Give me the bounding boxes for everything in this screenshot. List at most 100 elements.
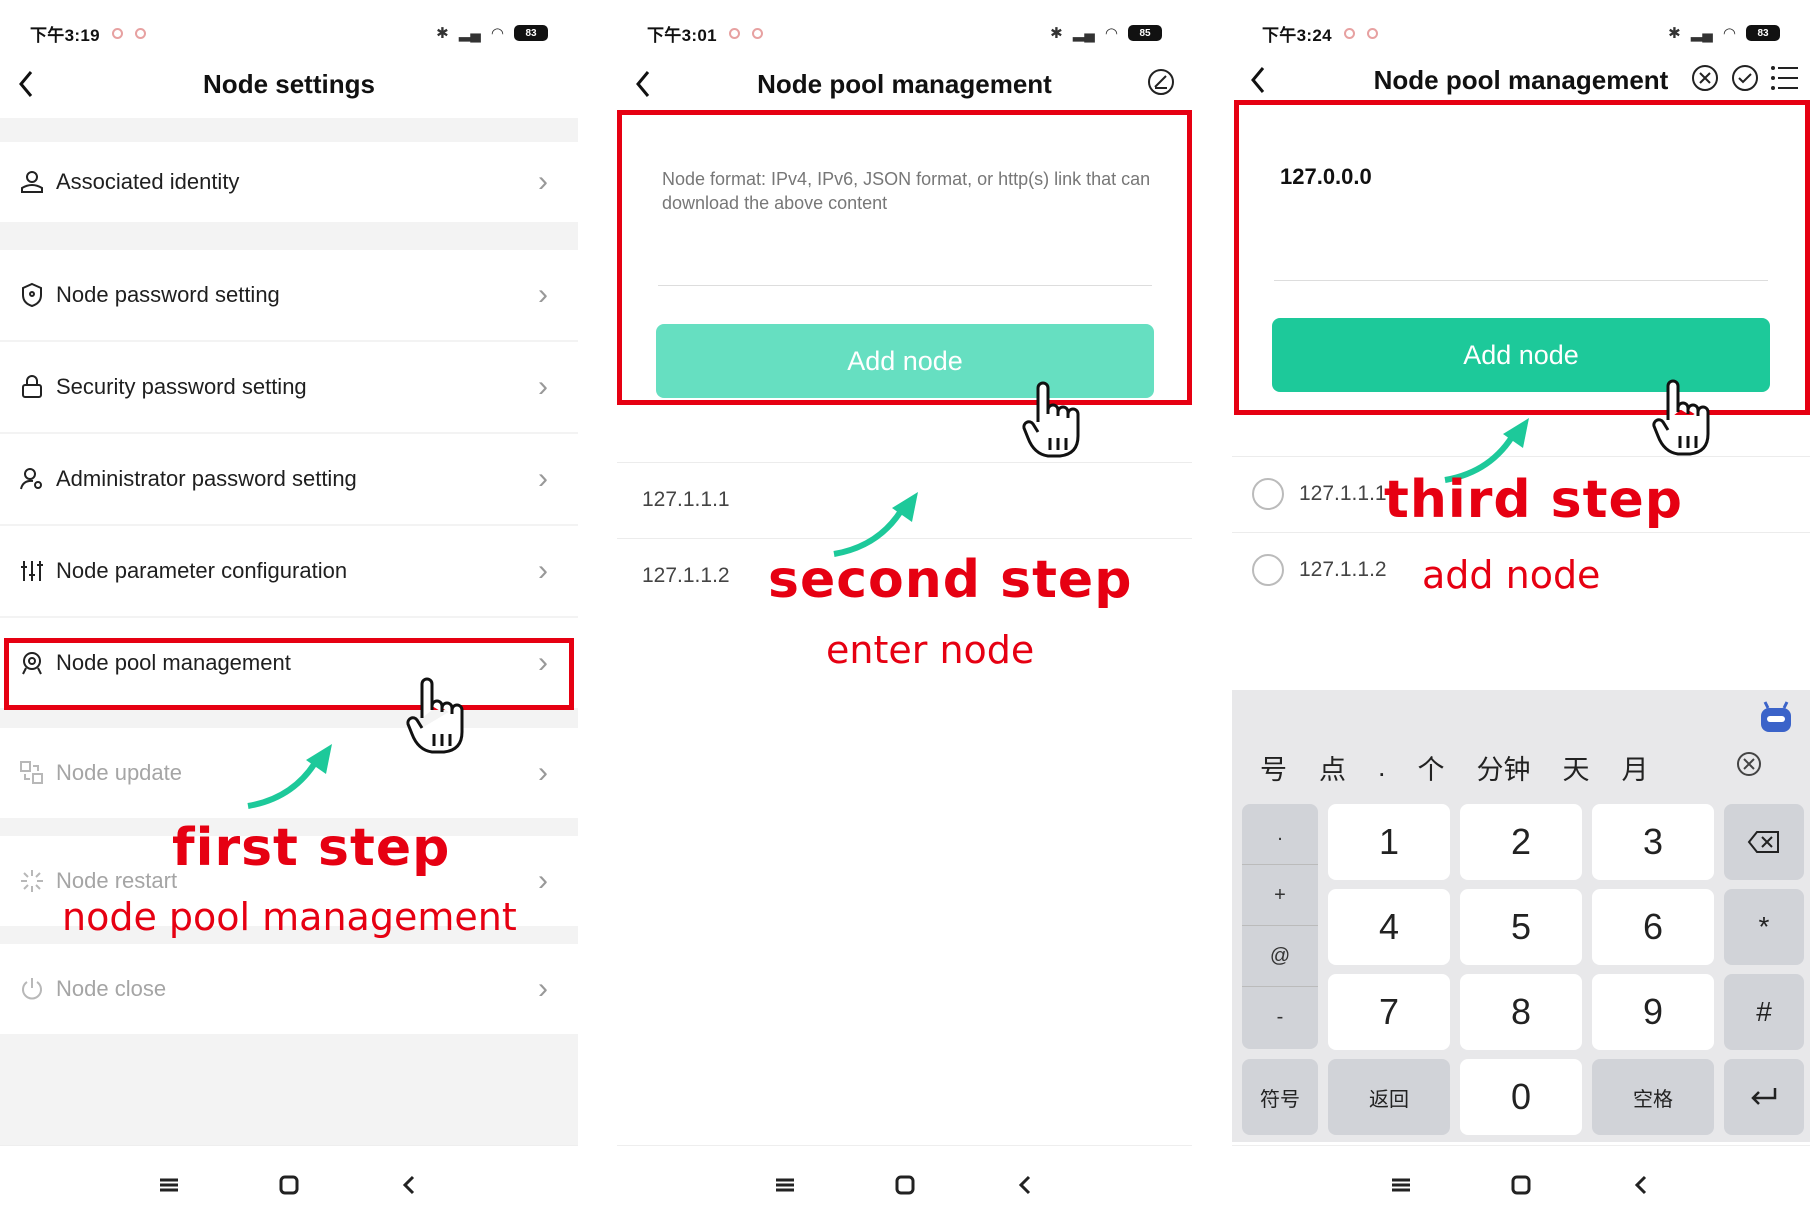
status-time: 下午3:01	[647, 25, 717, 45]
key-5[interactable]: 5	[1460, 889, 1582, 965]
sliders-icon	[18, 557, 46, 585]
top-bar: Node pool management	[617, 60, 1192, 108]
radio-button[interactable]	[1252, 477, 1284, 510]
back-icon[interactable]	[18, 64, 48, 104]
annotation-step-title: third step	[1384, 470, 1683, 530]
back-nav-icon[interactable]	[394, 1170, 424, 1200]
back-icon[interactable]	[1250, 60, 1280, 100]
robot-icon[interactable]	[1756, 698, 1796, 743]
signal-icon: ▂▄	[1690, 25, 1713, 42]
notification-icon	[1366, 27, 1378, 39]
candidate-word[interactable]: 点	[1319, 748, 1346, 787]
candidate-word[interactable]: 号	[1260, 748, 1287, 787]
space-key[interactable]: 空格	[1592, 1059, 1714, 1135]
candidate-word[interactable]: 天	[1563, 748, 1590, 787]
backspace-key[interactable]	[1724, 804, 1804, 880]
home-icon[interactable]	[890, 1170, 920, 1200]
wifi-icon: ◠	[490, 25, 504, 42]
candidate-word[interactable]: .	[1378, 752, 1386, 783]
radio-button[interactable]	[1252, 553, 1284, 586]
wifi-icon: ◠	[1722, 25, 1736, 42]
symbol-key[interactable]: -	[1242, 987, 1318, 1048]
home-icon[interactable]	[274, 1170, 304, 1200]
node-address: 127.1.1.2	[1299, 557, 1387, 581]
page-title: Node settings	[203, 68, 375, 99]
lock-icon	[18, 373, 46, 401]
settings-item-label: Node restart	[56, 868, 178, 893]
settings-item-label: Associated identity	[56, 169, 240, 194]
candidate-word[interactable]: 个	[1418, 748, 1445, 787]
settings-item-label: Node parameter configuration	[56, 558, 348, 583]
star-key[interactable]: *	[1724, 889, 1804, 965]
enter-icon	[1751, 1088, 1777, 1105]
back-icon[interactable]	[635, 64, 665, 104]
chevron-right-icon: ›	[538, 165, 548, 198]
symbols-key[interactable]: 符号	[1242, 1059, 1318, 1135]
shield-icon	[18, 281, 46, 309]
close-icon[interactable]	[1690, 63, 1720, 98]
top-bar: Node settings	[0, 60, 578, 108]
key-1[interactable]: 1	[1328, 804, 1450, 880]
symbol-column: . + @ -	[1242, 804, 1318, 1049]
key-3[interactable]: 3	[1592, 804, 1714, 880]
settings-item-associated-identity[interactable]: Associated identity ›	[0, 142, 578, 222]
system-nav-bar	[1232, 1145, 1810, 1223]
status-bar: 下午3:24 ✱ ▂▄ ◠ 83	[1262, 18, 1780, 48]
status-bar: 下午3:01 ✱ ▂▄ ◠ 85	[647, 18, 1162, 48]
chevron-right-icon: ›	[538, 554, 548, 587]
notification-icon	[111, 27, 123, 39]
annotation-step-title: first step	[172, 818, 451, 878]
step-highlight-box	[617, 110, 1192, 405]
candidate-word[interactable]: 分钟	[1477, 748, 1531, 787]
battery-icon: 83	[1746, 25, 1780, 41]
candidate-word[interactable]: 月	[1622, 748, 1649, 787]
notification-icon	[751, 27, 763, 39]
settings-item-node-close: Node close ›	[0, 944, 578, 1034]
battery-icon: 85	[1128, 25, 1162, 41]
settings-item-label: Node close	[56, 976, 167, 1001]
system-nav-bar	[617, 1145, 1192, 1223]
symbol-key[interactable]: .	[1242, 804, 1318, 865]
person-icon	[18, 168, 46, 196]
key-8[interactable]: 8	[1460, 974, 1582, 1050]
symbol-key[interactable]: @	[1242, 926, 1318, 987]
menu-icon[interactable]	[770, 1170, 800, 1200]
settings-item-label: Security password setting	[56, 374, 307, 399]
back-nav-icon[interactable]	[1010, 1170, 1040, 1200]
back-nav-icon[interactable]	[1626, 1170, 1656, 1200]
close-candidates-icon[interactable]	[1736, 751, 1762, 784]
settings-item-node-parameter[interactable]: Node parameter configuration ›	[0, 526, 578, 616]
symbol-key[interactable]: +	[1242, 865, 1318, 926]
key-7[interactable]: 7	[1328, 974, 1450, 1050]
menu-icon[interactable]	[154, 1170, 184, 1200]
settings-item-admin-password[interactable]: Administrator password setting ›	[0, 434, 578, 524]
chevron-right-icon: ›	[538, 756, 548, 789]
settings-item-security-password[interactable]: Security password setting ›	[0, 342, 578, 432]
settings-item-label: Node password setting	[56, 282, 280, 307]
key-0[interactable]: 0	[1460, 1059, 1582, 1135]
chevron-right-icon: ›	[538, 972, 548, 1005]
node-address: 127.1.1.2	[642, 563, 730, 587]
home-icon[interactable]	[1506, 1170, 1536, 1200]
settings-item-label: Administrator password setting	[56, 466, 357, 491]
edit-icon[interactable]	[1146, 67, 1176, 102]
list-icon[interactable]	[1770, 64, 1800, 97]
return-key[interactable]: 返回	[1328, 1059, 1450, 1135]
check-icon[interactable]	[1730, 63, 1760, 98]
phone-screen-node-settings: 下午3:19 ✱ ▂▄ ◠ 83 Node settings Associate…	[0, 0, 578, 1223]
admin-icon	[18, 465, 46, 493]
signal-icon: ▂▄	[458, 25, 481, 42]
key-2[interactable]: 2	[1460, 804, 1582, 880]
node-address: 127.1.1.1	[1299, 481, 1387, 505]
key-9[interactable]: 9	[1592, 974, 1714, 1050]
step-highlight-box	[1234, 100, 1810, 415]
menu-icon[interactable]	[1386, 1170, 1416, 1200]
key-6[interactable]: 6	[1592, 889, 1714, 965]
bluetooth-icon: ✱	[1668, 25, 1681, 42]
settings-item-label: Node update	[56, 760, 182, 785]
enter-key[interactable]	[1724, 1059, 1804, 1135]
settings-item-node-password[interactable]: Node password setting ›	[0, 250, 578, 340]
status-time: 下午3:19	[30, 25, 100, 45]
hash-key[interactable]: #	[1724, 974, 1804, 1050]
key-4[interactable]: 4	[1328, 889, 1450, 965]
